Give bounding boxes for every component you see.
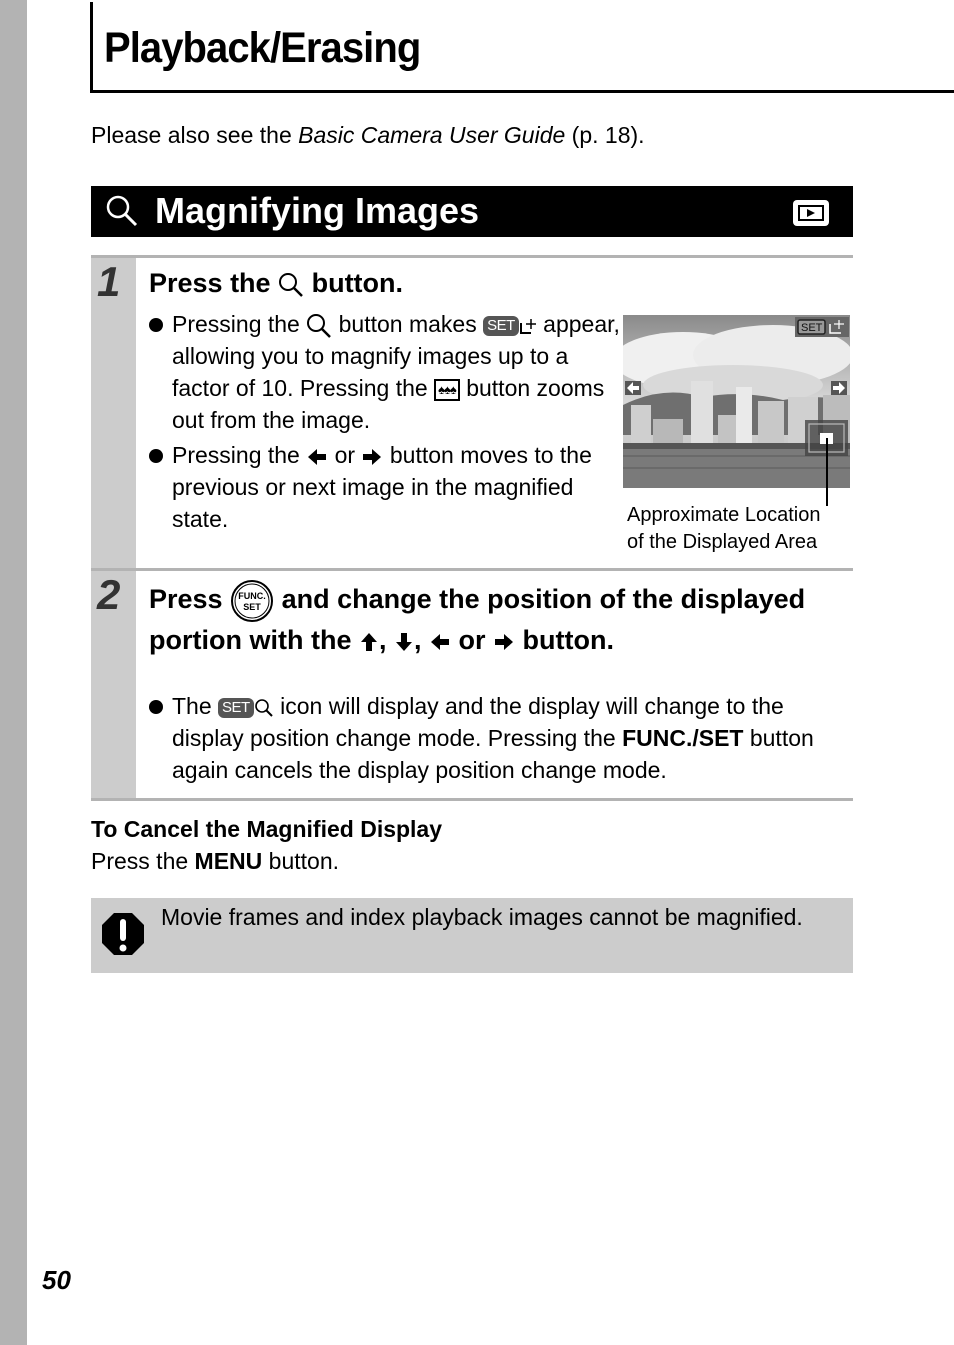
magnify-icon [106,195,138,227]
step-2: 2 Press FUNC. SET and change the position… [91,568,853,801]
heading-text: Press [149,584,231,615]
bullet-text: Pressing the [172,442,307,468]
bullet-item: Pressing the button makes SET appear, al… [149,308,629,436]
caution-icon [102,913,144,955]
caution-note: Movie frames and index playback images c… [91,898,853,973]
cancel-instruction: Press the MENU button. [91,848,339,875]
right-arrow-icon [495,633,514,650]
heading-text: , [413,625,429,655]
move-position-icon [519,318,536,334]
magnify-icon [279,272,303,297]
bullet-text: Pressing the [172,311,307,337]
index-playback-icon: ♠♠♠ [434,378,460,401]
left-arrow-icon [308,448,327,465]
magnified-city-photo: SET [623,315,850,488]
menu-button-label: MENU [194,848,263,874]
cancel-heading: To Cancel the Magnified Display [91,816,443,842]
left-arrow-icon [431,633,449,650]
section-header: Magnifying Images [91,186,853,237]
func-set-label: FUNC./SET [622,725,744,751]
bullet-text: button makes [332,311,484,337]
caption-line: Approximate Location [627,504,821,526]
step-number: 2 [97,571,121,618]
bullet-dot [149,449,163,463]
heading-text: button. [515,625,614,655]
bullet-item: The SET icon will display and the displa… [149,690,849,786]
bullet-dot [149,700,163,714]
right-arrow-icon [363,448,382,465]
caution-text: Movie frames and index playback images c… [161,904,803,930]
caption-line: of the Displayed Area [627,531,818,553]
heading-text: button. [304,268,404,298]
set-label: SET [243,602,261,612]
step-number: 1 [97,258,121,305]
bullet-dot [149,318,163,332]
figure-caption: Approximate Location of the Displayed Ar… [627,502,820,556]
intro-prefix: Please also see the [91,122,299,148]
overlay-set-badge: SET [801,322,823,334]
bullet-text: The [172,693,219,719]
intro-suffix: (p. 18). [565,122,645,148]
down-arrow-icon [395,632,412,651]
set-badge-icon: SET [218,697,254,718]
func-label: FUNC. [238,591,266,601]
heading-text: Press the [149,268,279,298]
page-title: Playback/Erasing [104,24,421,72]
step-heading: Press the button. [149,266,403,301]
side-tab-bar [0,0,27,1345]
playback-mode-icon [793,200,829,226]
cancel-text: Press the [91,848,195,874]
guide-reference: Basic Camera User Guide [298,122,566,148]
heading-text: , [378,625,394,655]
magnify-icon [254,699,273,717]
page-number: 50 [42,1265,71,1295]
intro-text: Please also see the Basic Camera User Gu… [91,122,645,149]
step-1: 1 Press the button. Pressing the button … [91,255,853,570]
bullet-text: or [328,442,362,468]
func-set-button-icon: FUNC.SET [231,580,274,622]
caption-leader-line [826,438,828,506]
cancel-text: button. [262,848,340,874]
up-arrow-icon [360,632,377,651]
step-heading: Press FUNC. SET and change the position o… [149,579,849,658]
set-badge-icon: SET [483,315,519,336]
section-title: Magnifying Images [155,190,480,231]
heading-text: or [451,625,494,655]
magnify-icon [307,313,332,338]
bullet-item: Pressing the or button moves to the prev… [149,439,619,535]
